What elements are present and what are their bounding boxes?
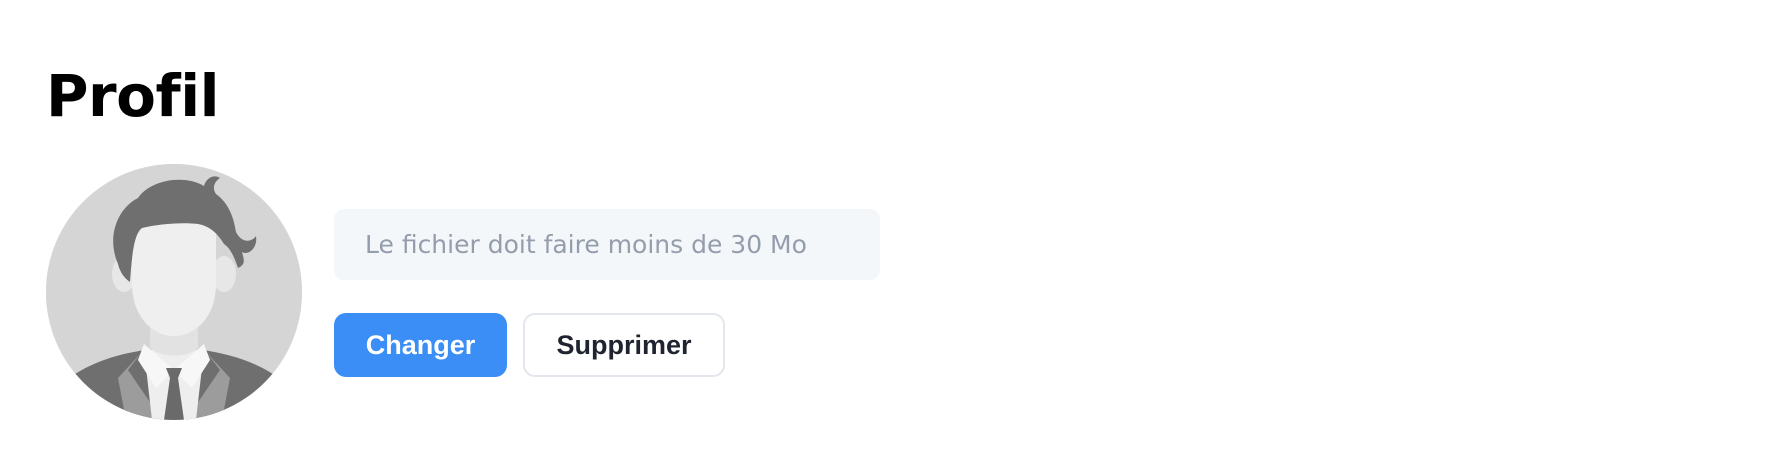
delete-avatar-button[interactable]: Supprimer	[523, 313, 725, 377]
default-male-avatar-icon	[46, 164, 302, 420]
profile-section: Profil Le fichier doit faire moins de 30…	[0, 0, 1792, 450]
avatar	[46, 164, 302, 420]
page-title: Profil	[46, 62, 219, 130]
file-size-hint: Le fichier doit faire moins de 30 Mo	[334, 209, 880, 280]
change-avatar-button[interactable]: Changer	[334, 313, 507, 377]
